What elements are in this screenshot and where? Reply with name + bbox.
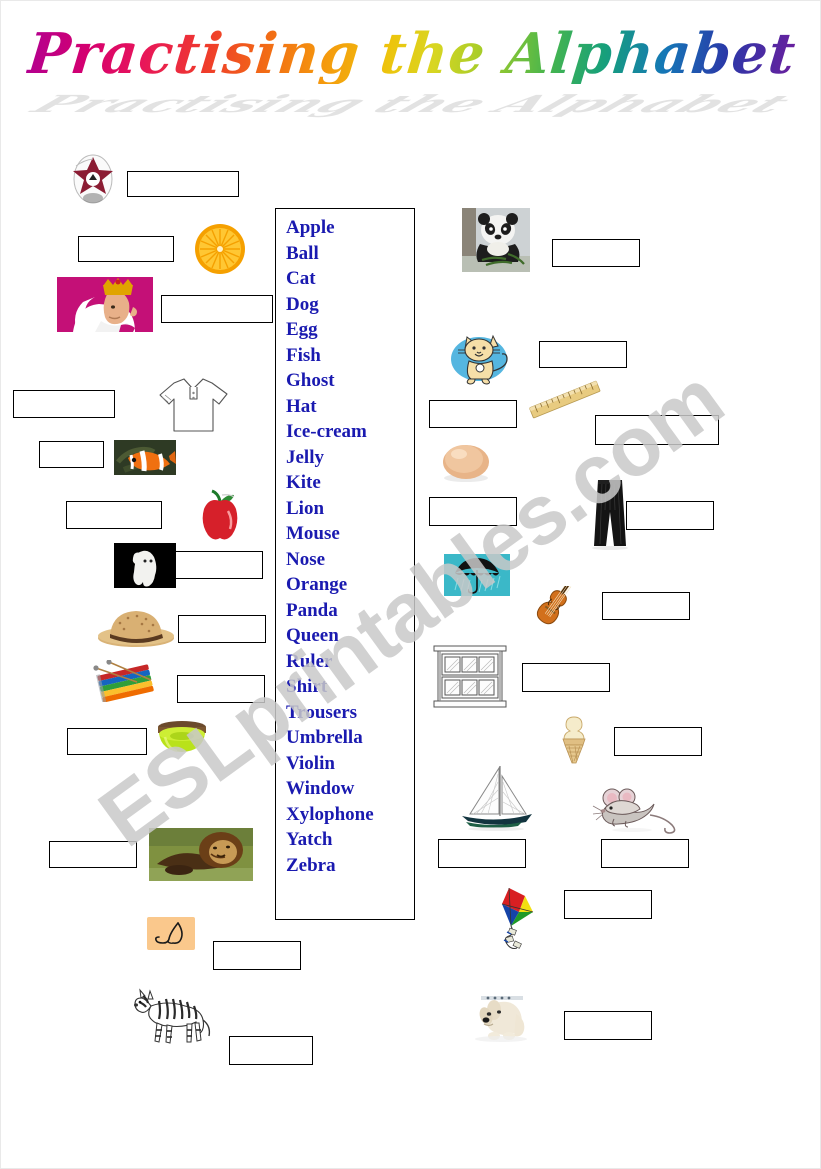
answer-box-xylophone[interactable] — [177, 675, 265, 703]
straw-hat-icon — [96, 605, 176, 649]
xylophone-icon — [85, 660, 163, 702]
word-bank-item: Ball — [286, 242, 319, 264]
answer-box-zebra[interactable] — [229, 1036, 313, 1065]
kite-icon — [489, 884, 543, 952]
word-bank-item: Kite — [286, 472, 321, 493]
answer-box-mouse[interactable] — [601, 839, 689, 868]
answer-box-kite[interactable] — [564, 890, 652, 919]
egg-icon — [438, 438, 495, 483]
cat-icon — [449, 331, 515, 386]
word-bank-item: Ruler — [286, 650, 333, 672]
answer-box-nose[interactable] — [213, 941, 301, 970]
answer-box-ice-cream[interactable] — [614, 727, 702, 756]
answer-box-shirt[interactable] — [13, 390, 115, 418]
answer-box-jelly[interactable] — [67, 728, 147, 755]
word-bank-item: Panda — [286, 599, 338, 621]
shirt-icon — [156, 373, 231, 437]
word-bank-item: Nose — [286, 548, 326, 570]
clownfish-icon — [114, 440, 176, 475]
answer-box-queen[interactable] — [161, 295, 273, 323]
page-title: Practising the Alphabet — [24, 21, 799, 87]
answer-box-egg[interactable] — [429, 400, 517, 428]
word-bank-item: Trousers — [286, 701, 358, 723]
ghost-icon — [114, 543, 176, 588]
answer-box-ball[interactable] — [127, 171, 239, 197]
word-bank-item: Violin — [286, 752, 335, 774]
answer-box-ruler[interactable] — [595, 415, 719, 445]
word-bank-item: Hat — [286, 395, 317, 417]
soccer-ball-icon — [72, 154, 114, 204]
answer-box-panda[interactable] — [552, 239, 640, 267]
ruler-icon — [525, 379, 605, 421]
orange-slice-icon — [194, 223, 246, 275]
alphabet-word-bank: Apple Ball Cat Dog Egg Fish Ghost Hat Ic… — [275, 208, 415, 920]
jelly-icon — [153, 719, 211, 761]
word-bank-item: Window — [286, 778, 355, 799]
worksheet-page: Practising the Alphabet Practising the A… — [0, 0, 821, 1169]
word-bank-item: Jelly — [286, 446, 324, 468]
lion-icon — [149, 828, 253, 881]
word-bank-list: Apple Ball Cat Dog Egg Fish Ghost Hat Ic… — [286, 215, 414, 878]
word-bank-item: Lion — [286, 497, 325, 519]
answer-box-hat[interactable] — [178, 615, 266, 643]
dog-icon — [464, 992, 538, 1042]
word-bank-item: Ghost — [286, 370, 335, 391]
zebra-icon — [129, 986, 215, 1046]
word-bank-item: Dog — [286, 293, 319, 315]
word-bank-item: Xylophone — [286, 803, 374, 825]
word-bank-item: Shirt — [286, 676, 328, 697]
word-bank-item: Apple — [286, 217, 335, 238]
title-reflection-text: Practising the Alphabet — [21, 90, 802, 118]
word-bank-item: Cat — [286, 268, 316, 289]
sailboat-icon — [452, 762, 538, 832]
word-bank-item: Egg — [286, 319, 318, 340]
ice-cream-icon — [556, 715, 592, 765]
word-bank-item: Yatch — [286, 829, 333, 850]
answer-box-lion[interactable] — [49, 841, 137, 868]
word-bank-item: Ice-cream — [286, 421, 367, 442]
nose-icon — [147, 917, 195, 950]
word-bank-item: Fish — [286, 344, 321, 366]
mouse-icon — [592, 785, 682, 835]
panda-icon — [462, 208, 530, 272]
answer-box-trousers[interactable] — [626, 501, 714, 530]
word-bank-item: Umbrella — [286, 727, 363, 748]
word-bank-item: Orange — [286, 574, 348, 595]
answer-box-orange[interactable] — [78, 236, 174, 262]
word-bank-item: Zebra — [286, 854, 336, 876]
answer-box-cat[interactable] — [539, 341, 627, 368]
answer-box-sailboat[interactable] — [438, 839, 526, 868]
umbrella-icon — [444, 554, 510, 596]
answer-box-window[interactable] — [522, 663, 610, 692]
word-bank-item: Mouse — [286, 523, 340, 544]
apple-icon — [200, 489, 240, 541]
violin-icon — [514, 586, 594, 644]
answer-box-violin[interactable] — [602, 592, 690, 620]
answer-box-umbrella[interactable] — [429, 497, 517, 526]
answer-box-fish[interactable] — [39, 441, 104, 468]
queen-icon — [57, 277, 153, 332]
page-title-wrap: Practising the Alphabet — [1, 21, 820, 87]
answer-box-apple[interactable] — [66, 501, 162, 529]
answer-box-ghost[interactable] — [175, 551, 263, 579]
word-bank-item: Queen — [286, 625, 339, 646]
window-icon — [430, 642, 510, 712]
answer-box-dog[interactable] — [564, 1011, 652, 1040]
